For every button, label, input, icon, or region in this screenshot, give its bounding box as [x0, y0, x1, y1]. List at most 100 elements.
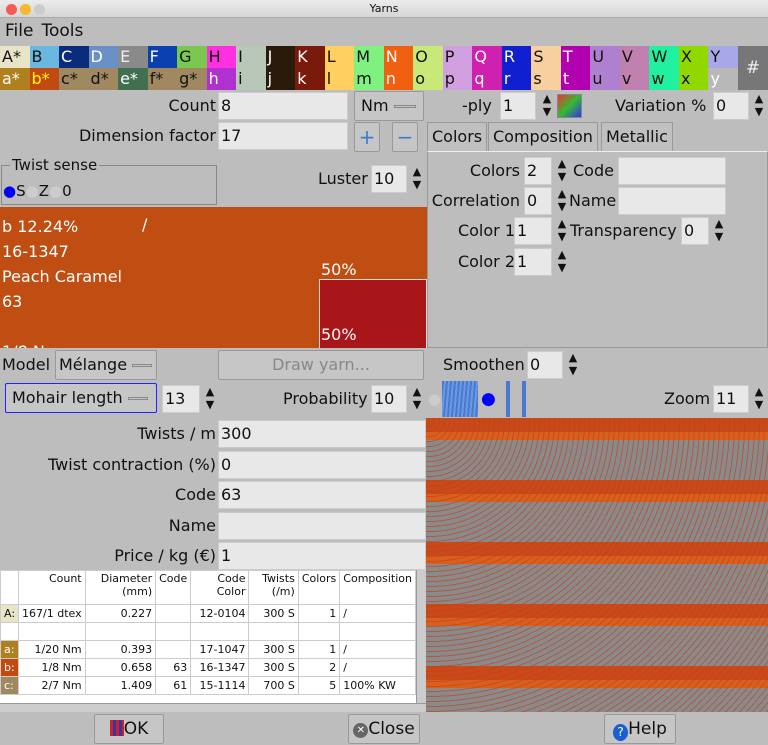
palette-hash-button[interactable]: #: [738, 46, 768, 90]
palette-swatch[interactable]: o: [413, 68, 443, 90]
probability-input[interactable]: 10: [371, 385, 407, 413]
palette-swatch[interactable]: m: [354, 68, 384, 90]
minus-button[interactable]: −: [392, 122, 418, 152]
palette-swatch[interactable]: L: [324, 46, 355, 68]
palette-swatch[interactable]: e*: [118, 68, 148, 90]
palette-swatch[interactable]: C: [59, 46, 89, 68]
smoothen-spinner[interactable]: ▲ ▼: [566, 351, 580, 379]
variation-spinner[interactable]: ▲ ▼: [752, 92, 766, 120]
palette-swatch[interactable]: A*: [0, 46, 30, 68]
probability-spinner[interactable]: ▲ ▼: [410, 385, 424, 413]
color1-input[interactable]: 1: [514, 217, 552, 245]
tab-composition[interactable]: Composition: [488, 122, 598, 152]
color2-input[interactable]: 1: [514, 248, 552, 276]
radio-sparse-mohair[interactable]: ●: [481, 389, 496, 409]
palette-swatch[interactable]: V: [619, 46, 650, 68]
palette-swatch[interactable]: P: [442, 46, 473, 68]
palette-swatch[interactable]: R: [501, 46, 532, 68]
palette-swatch[interactable]: X: [678, 46, 709, 68]
luster-spinner[interactable]: ▲ ▼: [410, 165, 424, 193]
menu-tools[interactable]: Tools: [41, 21, 83, 41]
zoom-input[interactable]: 11: [713, 385, 749, 413]
palette-swatch[interactable]: N: [383, 46, 414, 68]
luster-input[interactable]: 10: [371, 165, 407, 193]
palette-swatch[interactable]: I: [236, 46, 266, 68]
palette-swatch[interactable]: K: [295, 46, 325, 68]
palette-swatch[interactable]: S: [531, 46, 561, 68]
palette-swatch[interactable]: a*: [0, 68, 30, 90]
model-dropdown[interactable]: Mélange: [55, 350, 157, 380]
count-input[interactable]: 8: [218, 92, 348, 120]
palette-swatch[interactable]: w: [649, 68, 679, 90]
palette-swatch[interactable]: G: [177, 46, 207, 68]
palette-swatch[interactable]: y: [708, 68, 738, 90]
colors-input[interactable]: 2: [524, 157, 552, 185]
palette-swatch[interactable]: x: [678, 68, 709, 90]
palette-swatch[interactable]: p: [442, 68, 473, 90]
table-vertical-scrollbar[interactable]: [416, 570, 426, 703]
table-row[interactable]: c: 2/7 Nm 1.409 61 15-1114 700 S 5 100% KW: [0, 676, 416, 695]
palette-swatch[interactable]: l: [324, 68, 355, 90]
palette-swatch[interactable]: Y: [708, 46, 738, 68]
table-row[interactable]: b: 1/8 Nm 0.658 63 16-1347 300 S 2/: [0, 658, 416, 677]
variation-input[interactable]: 0: [713, 92, 749, 120]
transparency-spinner[interactable]: ▲ ▼: [712, 217, 726, 245]
field-input[interactable]: 1: [218, 542, 426, 570]
palette-swatch[interactable]: n: [383, 68, 414, 90]
palette-swatch[interactable]: u: [590, 68, 620, 90]
radio-dense-mohair[interactable]: ●: [428, 390, 441, 408]
color1-spinner[interactable]: ▲ ▼: [555, 217, 569, 245]
zoom-spinner[interactable]: ▲ ▼: [752, 385, 766, 413]
table-row[interactable]: a: 1/20 Nm 0.393 17-1047 300 S 1/: [0, 640, 416, 659]
radio-z[interactable]: ●: [26, 182, 39, 200]
close-button[interactable]: ✕ Close: [348, 714, 420, 744]
palette-swatch[interactable]: v: [619, 68, 650, 90]
close-window-button[interactable]: [6, 4, 17, 15]
palette-swatch[interactable]: s: [531, 68, 561, 90]
minimize-window-button[interactable]: [20, 4, 31, 15]
ply-spinner[interactable]: ▲ ▼: [540, 92, 554, 120]
correlation-input[interactable]: 0: [524, 187, 552, 215]
colors-spinner[interactable]: ▲ ▼: [555, 157, 569, 185]
palette-swatch[interactable]: h: [206, 68, 237, 90]
tab-metallic[interactable]: Metallic: [601, 122, 673, 152]
color2-spinner[interactable]: ▲ ▼: [555, 248, 569, 276]
palette-swatch[interactable]: E: [118, 46, 148, 68]
mohair-length-input[interactable]: 13: [162, 385, 200, 413]
table-horizontal-scrollbar[interactable]: [0, 703, 426, 712]
dimension-factor-input[interactable]: 17: [218, 122, 348, 150]
palette-swatch[interactable]: i: [236, 68, 266, 90]
smoothen-input[interactable]: 0: [527, 351, 563, 379]
palette-swatch[interactable]: T: [560, 46, 591, 68]
radio-s[interactable]: ●: [3, 182, 16, 200]
name-input[interactable]: [618, 187, 726, 215]
palette-swatch[interactable]: B: [29, 46, 60, 68]
plus-button[interactable]: +: [354, 122, 380, 152]
mohair-spinner[interactable]: ▲ ▼: [203, 385, 217, 413]
folder-icon[interactable]: [557, 94, 582, 118]
palette-swatch[interactable]: f*: [147, 68, 178, 90]
correlation-spinner[interactable]: ▲ ▼: [555, 187, 569, 215]
palette-swatch[interactable]: r: [501, 68, 532, 90]
palette-swatch[interactable]: D: [88, 46, 119, 68]
palette-swatch[interactable]: b*: [29, 68, 60, 90]
field-input[interactable]: 63: [218, 481, 426, 509]
draw-yarn-button[interactable]: Draw yarn...: [218, 350, 424, 380]
palette-swatch[interactable]: k: [295, 68, 325, 90]
palette-swatch[interactable]: M: [354, 46, 384, 68]
field-input[interactable]: 0: [218, 450, 426, 479]
palette-swatch[interactable]: q: [472, 68, 502, 90]
palette-swatch[interactable]: W: [649, 46, 679, 68]
palette-swatch[interactable]: j: [265, 68, 296, 90]
palette-swatch[interactable]: H: [206, 46, 237, 68]
palette-swatch[interactable]: J: [265, 46, 296, 68]
tab-colors[interactable]: Colors: [427, 122, 488, 152]
palette-swatch[interactable]: g*: [177, 68, 207, 90]
table-row[interactable]: [0, 622, 416, 641]
palette-swatch[interactable]: Q: [472, 46, 502, 68]
mohair-length-dropdown[interactable]: Mohair length: [5, 383, 157, 413]
help-button[interactable]: ? Help: [604, 714, 676, 744]
ok-button[interactable]: OK: [94, 714, 164, 744]
palette-swatch[interactable]: d*: [88, 68, 119, 90]
unit-dropdown[interactable]: Nm: [354, 91, 424, 121]
